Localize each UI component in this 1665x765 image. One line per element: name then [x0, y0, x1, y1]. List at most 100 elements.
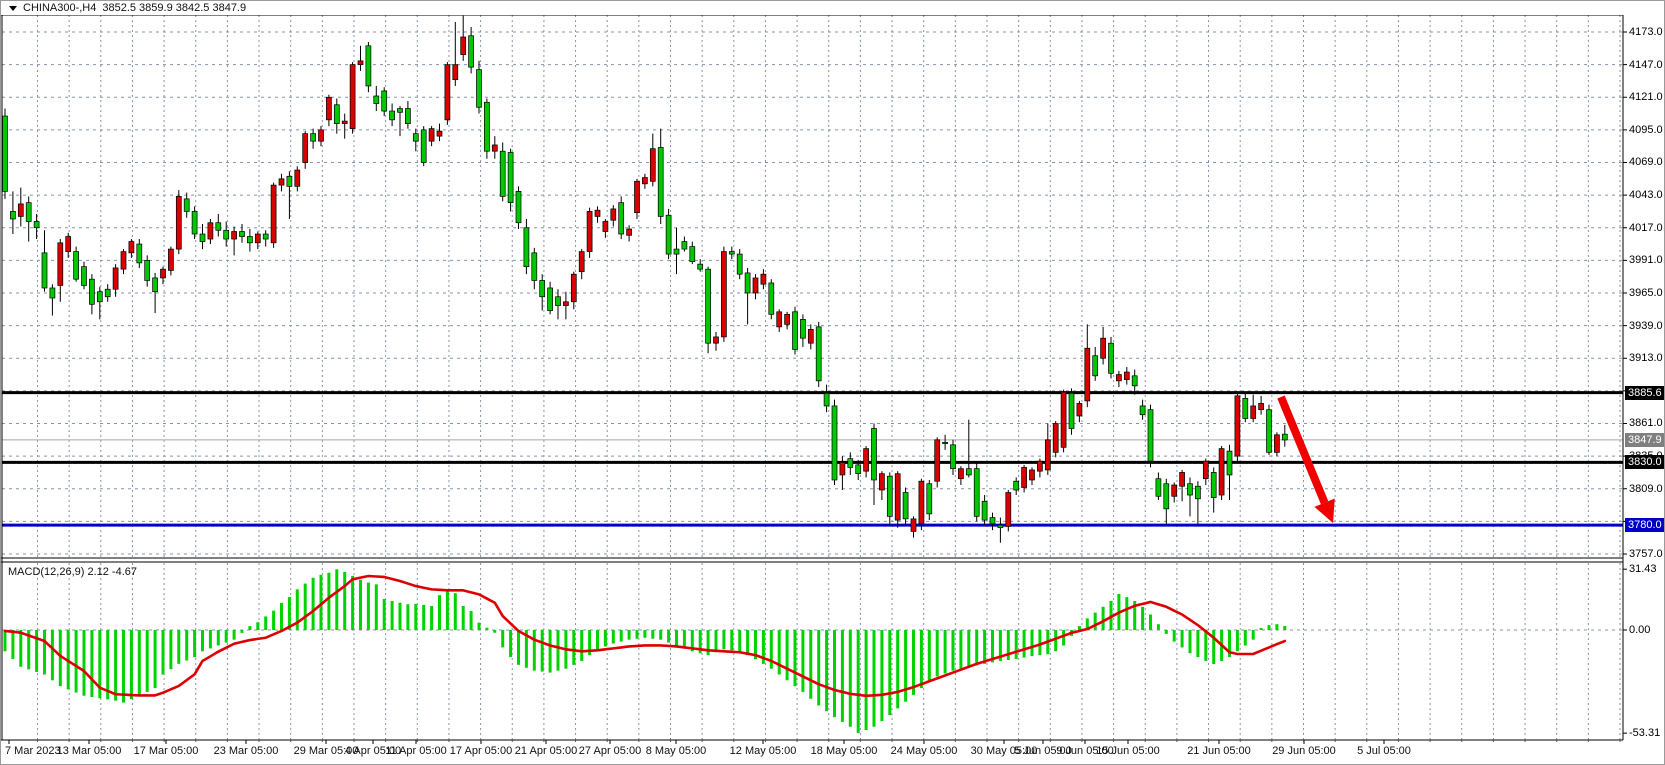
candle-body	[175, 196, 182, 250]
candle-body	[373, 95, 380, 104]
time-tick-label: 21 Apr 05:00	[514, 745, 578, 757]
candle-body	[697, 263, 704, 270]
time-tick-label: 7 Mar 2023	[5, 745, 61, 757]
candle-body	[1258, 403, 1264, 411]
candle-body	[1218, 448, 1225, 496]
candle-body	[33, 221, 40, 229]
candle-body	[357, 60, 364, 65]
candle-body	[515, 191, 522, 224]
candle-body	[1021, 467, 1027, 488]
candle-body	[871, 428, 877, 481]
candle-body	[1139, 405, 1146, 416]
candle-body	[104, 288, 111, 298]
price-tick-label: 3939.0	[1629, 319, 1663, 332]
candle-body	[136, 243, 143, 264]
candle-body	[902, 492, 909, 520]
candle-body	[57, 242, 64, 286]
candle-body	[863, 448, 869, 472]
candle-body	[586, 211, 593, 252]
candle-body	[523, 227, 530, 267]
candle-body	[468, 35, 474, 68]
candle-body	[618, 202, 625, 235]
time-tick-label: 11 Apr 05:00	[385, 745, 447, 757]
candle-body	[499, 150, 506, 197]
candle-body	[642, 177, 648, 185]
candle-body	[507, 152, 514, 204]
price-tick-label: 4173.0	[1629, 26, 1663, 38]
candle-body	[223, 229, 230, 240]
candle-body	[215, 222, 222, 231]
candle-body	[1202, 460, 1209, 480]
candle-body	[333, 104, 340, 124]
candle-body	[1068, 393, 1075, 429]
candle-body	[112, 267, 119, 290]
candle-body	[412, 133, 419, 142]
candle-body	[310, 133, 316, 142]
time-tick-label: 13 Mar 05:00	[56, 745, 122, 757]
candle-body	[128, 241, 135, 254]
candle-body	[1060, 391, 1067, 448]
candle-body	[807, 329, 814, 344]
candle-body	[626, 228, 632, 236]
candle-body	[1266, 409, 1272, 453]
candle-body	[65, 236, 72, 252]
candle-body	[349, 64, 356, 129]
price-tick-label: 4095.0	[1629, 123, 1663, 136]
candle-body	[570, 273, 577, 303]
candle-body	[926, 483, 933, 515]
candle-body	[207, 222, 214, 240]
candle-body	[247, 236, 253, 244]
candle-body	[1274, 434, 1280, 453]
candle-body	[1123, 371, 1130, 380]
candle-body	[25, 202, 32, 222]
candle-body	[444, 64, 451, 121]
price-axis: 4173.0 4147.0 4121.0 4095.0 4069.0 4043.0 4017…	[1624, 1, 1664, 764]
candle-body	[389, 110, 395, 121]
candle-body	[910, 518, 917, 532]
candle-body	[452, 64, 459, 81]
candle-body	[254, 233, 261, 244]
candle-body	[1108, 342, 1114, 374]
time-tick-label: 5 Jul 05:00	[1357, 745, 1411, 757]
level-price-label: 3830.0	[1625, 455, 1664, 470]
chart-title-bar: CHINA300-,H4 3852.5 3859.9 3842.5 3847.9	[1, 1, 1623, 15]
candle-body	[705, 268, 711, 344]
candle-body	[1037, 460, 1043, 472]
symbol-dropdown-icon[interactable]	[9, 5, 17, 11]
time-tick-label: 17 Apr 05:00	[449, 745, 513, 757]
price-tick-label: 4121.0	[1629, 91, 1663, 104]
price-tick-label: 3809.0	[1629, 482, 1663, 495]
candle-body	[81, 266, 87, 286]
candle-body	[602, 221, 609, 232]
candle-body	[191, 211, 198, 235]
candle-body	[958, 468, 964, 480]
chart-canvas[interactable]	[1, 1, 1665, 765]
candle-body	[855, 464, 862, 475]
candle-body	[2, 115, 8, 192]
candle-body	[1281, 433, 1288, 441]
candle-body	[1242, 398, 1249, 419]
candle-body	[547, 287, 553, 311]
trend-arrow-shaft	[1277, 395, 1329, 505]
candle-body	[1210, 472, 1217, 498]
candle-body	[270, 184, 277, 244]
candle-body	[578, 251, 585, 273]
price-tick-label: 4069.0	[1629, 156, 1663, 169]
candle-body	[894, 473, 901, 521]
candle-body	[144, 260, 151, 281]
candle-body	[839, 462, 846, 476]
candle-body	[823, 393, 830, 407]
candle-body	[491, 144, 498, 152]
candle-body	[1052, 423, 1059, 453]
candle-body	[784, 313, 790, 325]
candle-body	[302, 133, 309, 163]
price-tick-label: 4017.0	[1629, 221, 1663, 234]
mt4-chart-window: CHINA300-,H4 3852.5 3859.9 3842.5 3847.9…	[0, 0, 1665, 765]
candle-body	[728, 251, 735, 255]
time-tick-label: 21 Jun 05:00	[1187, 745, 1251, 757]
candle-body	[934, 439, 941, 482]
candle-body	[594, 209, 601, 217]
candle-body	[120, 251, 127, 270]
candle-body	[950, 444, 956, 470]
candle-body	[776, 311, 783, 328]
